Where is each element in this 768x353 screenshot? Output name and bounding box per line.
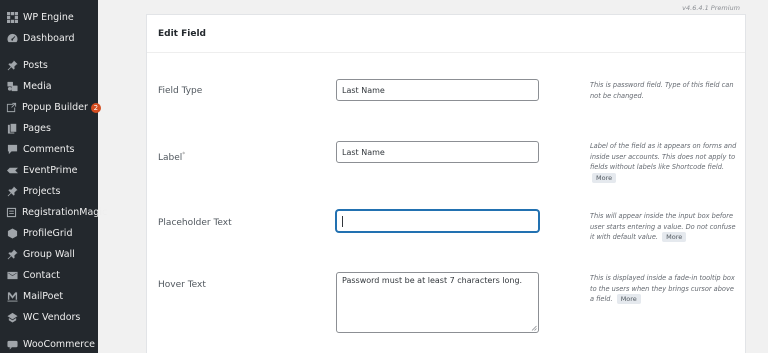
sidebar-item-projects[interactable]: Projects	[0, 181, 98, 202]
sidebar-item-label: Media	[23, 81, 52, 92]
sidebar-item-mailpoet[interactable]: MailPoet	[0, 286, 98, 307]
sidebar-item-label: Pages	[23, 123, 51, 134]
sidebar-item-label: Popup Builder	[22, 102, 88, 113]
field-type-help: This is password field. Type of this fie…	[590, 80, 740, 101]
plugin-version: v4.6.4.1 Premium	[682, 4, 740, 12]
pin-icon	[6, 60, 18, 72]
hover-text-label: Hover Text	[158, 280, 206, 290]
sidebar-item-label: Contact	[23, 270, 60, 281]
sidebar-item-group-wall[interactable]: Group Wall	[0, 244, 98, 265]
sidebar-item-wc-vendors[interactable]: WC Vendors	[0, 307, 98, 328]
sidebar-item-label: Posts	[23, 60, 48, 71]
sidebar-item-label: MailPoet	[23, 291, 64, 302]
label-help: Label of the field as it appears on form…	[590, 141, 740, 183]
sidebar-item-contact[interactable]: Contact	[0, 265, 98, 286]
label-input[interactable]: Last Name	[336, 141, 539, 163]
sidebar-item-woocommerce[interactable]: WooCommerce	[0, 334, 98, 353]
sidebar-item-label: Comments	[23, 144, 75, 155]
label-label: Label*	[158, 151, 185, 163]
sidebar-item-eventprime[interactable]: EventPrime	[0, 160, 98, 181]
placeholder-label: Placeholder Text	[158, 218, 232, 228]
required-mark: *	[182, 151, 186, 158]
label-value: Last Name	[342, 147, 385, 157]
field-type-input[interactable]: Last Name	[336, 79, 539, 101]
sidebar-item-label: ProfileGrid	[23, 228, 73, 239]
help-text: This is password field. Type of this fie…	[590, 81, 734, 100]
popup-icon	[6, 102, 17, 114]
placeholder-help: This will appear inside the input box be…	[590, 211, 740, 243]
sidebar-item-popup-builder[interactable]: Popup Builder 2	[0, 97, 101, 118]
panel-title: Edit Field	[147, 15, 745, 53]
hover-text-textarea[interactable]: Password must be at least 7 characters l…	[336, 272, 539, 333]
resize-handle-icon[interactable]	[531, 325, 537, 331]
mail-icon	[6, 270, 18, 282]
more-button[interactable]: More	[662, 232, 687, 242]
event-icon	[6, 165, 18, 177]
pages-icon	[6, 123, 18, 135]
pin-icon	[6, 186, 18, 198]
text-cursor	[342, 215, 343, 227]
sidebar-item-pages[interactable]: Pages	[0, 118, 98, 139]
hover-text-help: This is displayed inside a fade-in toolt…	[590, 273, 740, 305]
more-button[interactable]: More	[592, 172, 617, 183]
woocommerce-icon	[6, 339, 18, 351]
wp-engine-icon	[6, 12, 18, 24]
sidebar-item-comments[interactable]: Comments	[0, 139, 98, 160]
sidebar-item-label: Dashboard	[23, 33, 75, 44]
vendors-icon	[6, 312, 18, 324]
help-text: This is displayed inside a fade-in toolt…	[590, 274, 735, 303]
sidebar-item-label: Group Wall	[23, 249, 75, 260]
placeholder-input[interactable]	[336, 210, 539, 232]
sidebar-item-label: Projects	[23, 186, 61, 197]
dashboard-icon	[6, 33, 18, 45]
admin-sidebar: WP Engine Dashboard Posts Media Popup Bu…	[0, 0, 107, 353]
profilegrid-icon	[6, 228, 18, 240]
registration-icon	[6, 207, 17, 219]
mailpoet-icon	[6, 291, 18, 303]
comment-icon	[6, 144, 18, 156]
help-text: Label of the field as it appears on form…	[590, 142, 737, 171]
sidebar-item-posts[interactable]: Posts	[0, 55, 98, 76]
label-text: Label	[158, 153, 183, 163]
more-button[interactable]: More	[616, 294, 641, 304]
sidebar-item-wp-engine[interactable]: WP Engine	[0, 7, 98, 28]
field-type-label: Field Type	[158, 86, 203, 96]
media-icon	[6, 81, 18, 93]
sidebar-item-label: WP Engine	[23, 12, 74, 23]
sidebar-item-label: WC Vendors	[23, 312, 81, 323]
sidebar-item-label: WooCommerce	[23, 339, 96, 350]
sidebar-item-registrationmagic[interactable]: RegistrationMagic	[0, 202, 107, 223]
pin-icon	[6, 249, 18, 261]
sidebar-item-media[interactable]: Media	[0, 76, 98, 97]
notification-badge: 2	[90, 102, 101, 113]
sidebar-item-label: EventPrime	[23, 165, 78, 176]
hover-text-value: Password must be at least 7 characters l…	[342, 276, 523, 285]
field-type-value: Last Name	[342, 85, 385, 95]
sidebar-item-profilegrid[interactable]: ProfileGrid	[0, 223, 98, 244]
sidebar-item-label: RegistrationMagic	[22, 207, 108, 218]
sidebar-item-dashboard[interactable]: Dashboard	[0, 28, 98, 49]
